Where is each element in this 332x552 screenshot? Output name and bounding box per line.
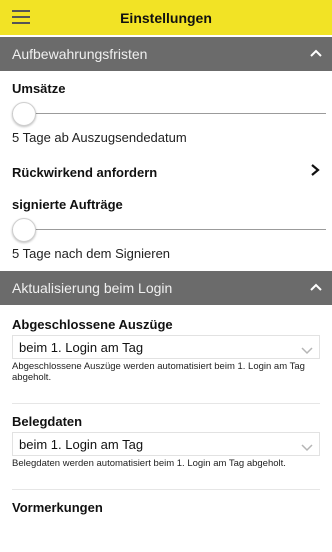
request-retroactive-label: Rückwirkend anfordern bbox=[12, 164, 158, 180]
turnover-value: 5 Tage ab Auszugsendedatum bbox=[12, 130, 187, 145]
chevron-right-icon bbox=[310, 163, 320, 181]
request-retroactive-row[interactable]: Rückwirkend anfordern bbox=[0, 163, 332, 181]
chevron-up-icon bbox=[310, 283, 322, 293]
app-header: Einstellungen bbox=[0, 0, 332, 35]
receipts-select-value: beim 1. Login am Tag bbox=[19, 436, 144, 452]
hamburger-icon[interactable] bbox=[12, 10, 30, 24]
slider-track bbox=[12, 113, 326, 114]
section-header-retention[interactable]: Aufbewahrungsfristen bbox=[0, 37, 332, 71]
pending-label: Vormerkungen bbox=[12, 500, 103, 515]
statements-hint: Abgeschlossene Auszüge werden automatisi… bbox=[12, 361, 305, 383]
turnover-slider[interactable] bbox=[12, 102, 326, 126]
chevron-down-icon bbox=[301, 440, 313, 452]
signed-orders-value: 5 Tage nach dem Signieren bbox=[12, 246, 171, 261]
signed-orders-label: signierte Aufträge bbox=[12, 197, 123, 212]
chevron-up-icon bbox=[310, 49, 322, 59]
section-title: Aktualisierung beim Login bbox=[12, 280, 173, 296]
signed-orders-slider[interactable] bbox=[12, 218, 326, 242]
slider-thumb[interactable] bbox=[12, 218, 36, 242]
section-title: Aufbewahrungsfristen bbox=[12, 46, 148, 62]
slider-track bbox=[12, 229, 326, 230]
turnover-label: Umsätze bbox=[12, 81, 66, 96]
slider-thumb[interactable] bbox=[12, 102, 36, 126]
statements-label: Abgeschlossene Auszüge bbox=[12, 317, 173, 332]
receipts-select[interactable]: beim 1. Login am Tag bbox=[12, 432, 320, 456]
page-title: Einstellungen bbox=[120, 9, 212, 26]
statements-select-value: beim 1. Login am Tag bbox=[19, 339, 144, 355]
chevron-down-icon bbox=[301, 343, 313, 355]
receipts-hint: Belegdaten werden automatisiert beim 1. … bbox=[12, 458, 286, 469]
section-header-login-update[interactable]: Aktualisierung beim Login bbox=[0, 271, 332, 305]
statements-select[interactable]: beim 1. Login am Tag bbox=[12, 335, 320, 359]
receipts-label: Belegdaten bbox=[12, 414, 83, 429]
